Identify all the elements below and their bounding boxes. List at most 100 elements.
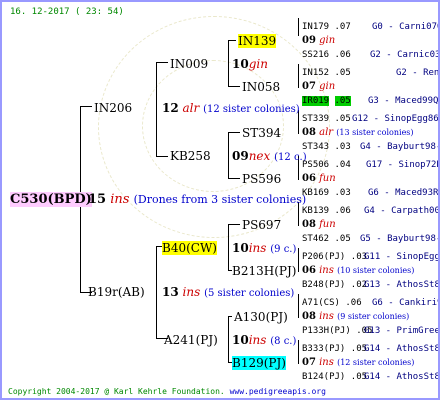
branch-tick [156, 156, 168, 157]
gen4-year: .03 [334, 188, 351, 198]
gen4-entry: P133H(PJ) .05 [302, 325, 372, 337]
gen4-ref: G2 - Carnic03R [370, 50, 440, 60]
gen3-id-highlight: IN139 [238, 34, 277, 48]
gen2-branch-line [228, 316, 229, 362]
site-link[interactable]: www.pedigreeapis.org [230, 387, 326, 396]
gen4-id: IR019 [302, 96, 330, 106]
gen2-breed: gin [248, 57, 268, 71]
gen2-note: (9 c.) [270, 244, 297, 255]
gen4-id: B333(PJ) [302, 344, 346, 354]
gen2-info: 10ins (8 c.) [232, 334, 296, 348]
gen4-entry: ST339 .05 [302, 113, 351, 125]
gen3-breed: ins [319, 311, 334, 322]
gen1-branch-line [156, 62, 157, 156]
gen2-year: 10 [232, 333, 249, 347]
branch-tick [80, 106, 92, 107]
gen4-year: .03 [334, 142, 351, 152]
report-date: 16. 12-2017 ( 23: 54) [10, 7, 124, 17]
branch-tick [228, 40, 236, 41]
gen4-entry: B333(PJ) .05 [302, 343, 367, 355]
gen2-info: 10gin [232, 58, 268, 70]
gen4-id: B248(PJ) [302, 280, 346, 290]
gen4-id: P206(PJ) [302, 252, 346, 262]
gen3-info: 07 gin [302, 81, 335, 93]
gen4-entry: B248(PJ) .02 [302, 279, 367, 291]
gen3-breed: gin [319, 81, 336, 92]
gen4-ref: G17 - Sinop72R [366, 160, 440, 170]
gen3-id: B129(PJ) [232, 356, 286, 370]
gen1-info: 13 ins (5 sister colonies) [162, 286, 294, 300]
gen1-note: (5 sister colonies) [204, 288, 295, 299]
gen4-id: KB139 [302, 206, 330, 216]
gen4-id: KB169 [302, 188, 330, 198]
gen4-id: ST343 [302, 142, 330, 152]
gen4-ref: G11 - SinopEgg86R [364, 252, 440, 262]
gen3-year: 07 [302, 81, 316, 92]
gen3-year: 07 [302, 357, 316, 368]
gen4-ref: G13 - PrimGreen00 [364, 326, 440, 336]
gen4-year: .05 [334, 96, 351, 106]
gen4-id: IN179 [302, 22, 330, 32]
branch-tick [228, 224, 240, 225]
gen3-breed: gin [319, 35, 336, 46]
gen3-info: 08 ins (9 sister colonies) [302, 311, 409, 323]
gen4-year: .06 [334, 50, 351, 60]
gen4-ref: G0 - Carni07Q [372, 22, 440, 32]
gen3-id: IN139 [238, 34, 277, 48]
gen4-id: A71(CS) [302, 298, 340, 308]
gen3-id: PS697 [242, 218, 282, 232]
branch-tick [228, 178, 240, 179]
gen3-branch-line [298, 248, 299, 272]
gen3-note: (13 sister colonies) [336, 128, 414, 137]
gen4-ref: G2 - Ren [396, 68, 440, 78]
gen4-ref: G14 - AthosSt80R [364, 372, 440, 382]
copyright-footer: Copyright 2004-2017 @ Karl Kehrle Founda… [8, 386, 326, 398]
gen4-entry: IN179 .07 [302, 21, 351, 33]
gen3-breed: fun [319, 219, 336, 230]
gen2-breed: nex [248, 149, 271, 163]
gen2-year: 10 [232, 241, 249, 255]
gen4-id: ST339 [302, 114, 330, 124]
gen1-year: 12 [162, 101, 179, 115]
gen4-entry: SS216 .06 [302, 49, 351, 61]
gen3-info: 06 fun [302, 173, 336, 185]
gen3-info: 07 ins (12 sister colonies) [302, 357, 414, 369]
gen3-id: A130(PJ) [234, 310, 288, 324]
root-queen: C530(BPD) [10, 192, 92, 207]
gen2-breed: ins [248, 241, 267, 255]
gen3-info: 06 ins (10 sister colonies) [302, 265, 414, 277]
gen3-note: (10 sister colonies) [337, 266, 415, 275]
gen3-id: ST394 [242, 126, 282, 140]
root-note: (Drones from 3 sister colonies) [133, 193, 307, 206]
gen4-ref: G4 - Carpath00R [364, 206, 440, 216]
gen2-id: A241(PJ) [164, 333, 218, 347]
gen3-year: 08 [302, 127, 316, 138]
gen1-info: 12 alr (12 sister colonies) [162, 102, 300, 116]
gen1-id: B19r(AB) [88, 285, 145, 299]
gen3-year: 06 [302, 265, 316, 276]
gen4-ref: G14 - AthosSt80R [364, 344, 440, 354]
gen2-branch-line [228, 40, 229, 86]
root-year: 15 [88, 192, 107, 207]
gen3-id: B213H(PJ) [232, 264, 297, 278]
gen1-note: (12 sister colonies) [203, 104, 300, 115]
root-id: C530(BPD) [10, 192, 92, 207]
gen4-entry: KB169 .03 [302, 187, 351, 199]
gen3-year: 09 [302, 35, 316, 46]
gen3-note: (12 sister colonies) [337, 358, 415, 367]
gen4-id: IN152 [302, 68, 330, 78]
branch-tick [228, 132, 240, 133]
gen4-id: ST462 [302, 234, 330, 244]
gen4-ref: G6 - Maced93R [368, 188, 439, 198]
gen4-entry: P206(PJ) .03 [302, 251, 367, 263]
gen2-year: 09 [232, 149, 249, 163]
gen4-year: .07 [334, 22, 351, 32]
gen2-branch-line [228, 224, 229, 270]
gen2-id: KB258 [170, 149, 211, 163]
gen4-year: .04 [334, 160, 351, 170]
gen3-id-highlight: B129(PJ) [232, 356, 286, 370]
gen1-breed: ins [182, 285, 201, 299]
gen3-year: 08 [302, 219, 316, 230]
gen3-breed: ins [319, 265, 334, 276]
gen4-year: .05 [334, 234, 351, 244]
